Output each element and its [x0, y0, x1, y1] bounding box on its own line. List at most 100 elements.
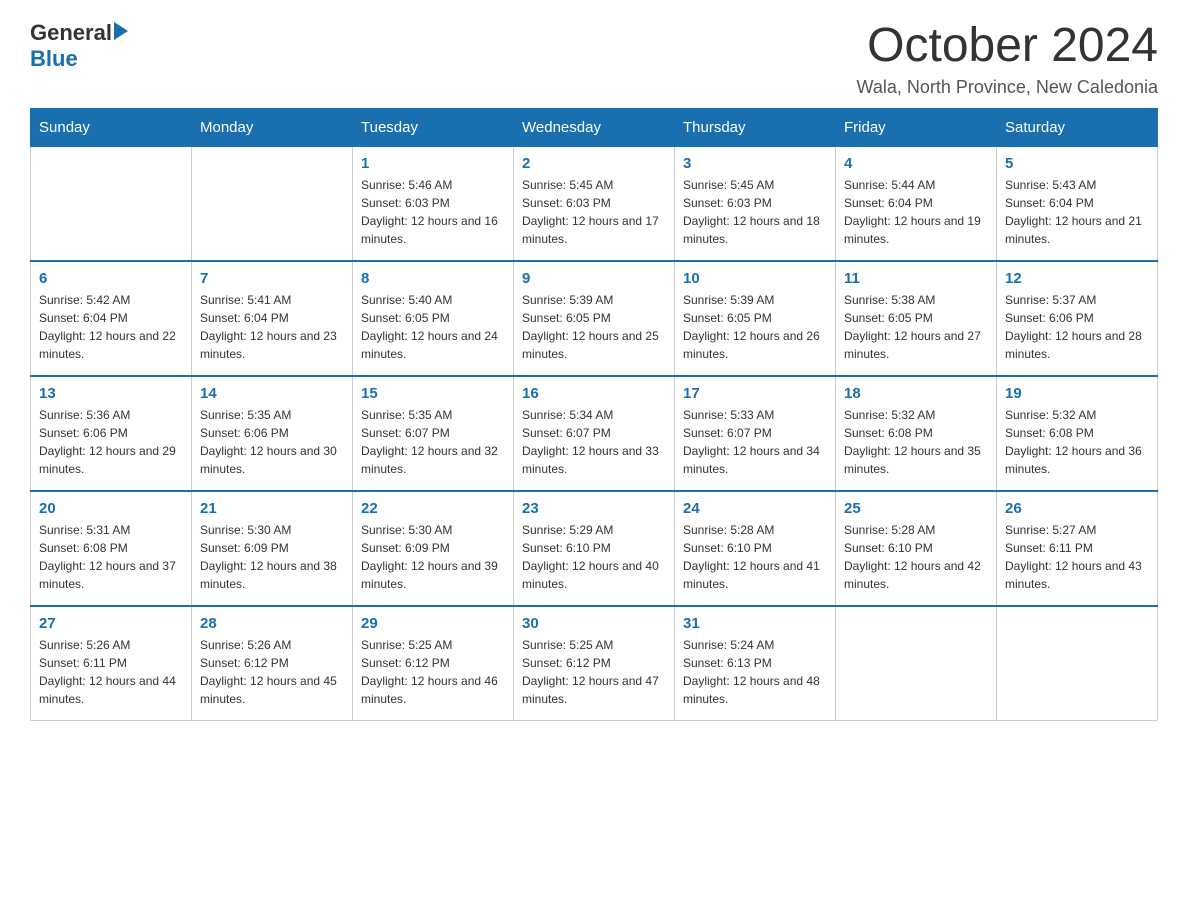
col-sunday: Sunday [31, 108, 192, 146]
day-info: Sunrise: 5:33 AMSunset: 6:07 PMDaylight:… [683, 406, 827, 478]
calendar-table: Sunday Monday Tuesday Wednesday Thursday… [30, 108, 1158, 721]
day-number: 16 [522, 385, 666, 402]
day-info: Sunrise: 5:26 AMSunset: 6:12 PMDaylight:… [200, 636, 344, 708]
day-number: 8 [361, 270, 505, 287]
col-saturday: Saturday [997, 108, 1158, 146]
day-number: 23 [522, 500, 666, 517]
day-cell-0-6: 5Sunrise: 5:43 AMSunset: 6:04 PMDaylight… [997, 146, 1158, 261]
day-info: Sunrise: 5:45 AMSunset: 6:03 PMDaylight:… [522, 176, 666, 248]
title-area: October 2024 Wala, North Province, New C… [857, 20, 1158, 98]
day-number: 26 [1005, 500, 1149, 517]
day-number: 21 [200, 500, 344, 517]
col-monday: Monday [192, 108, 353, 146]
day-cell-0-2: 1Sunrise: 5:46 AMSunset: 6:03 PMDaylight… [353, 146, 514, 261]
day-cell-4-5 [836, 606, 997, 721]
day-number: 15 [361, 385, 505, 402]
logo-blue: Blue [30, 46, 128, 72]
week-row-4: 27 Sunrise: 5:26 AMSunset: 6:11 PMDayligh… [31, 606, 1158, 721]
day-number: 9 [522, 270, 666, 287]
day-cell-1-1: 7 Sunrise: 5:41 AMSunset: 6:04 PMDaylight… [192, 261, 353, 376]
day-info: Sunrise: 5:27 AMSunset: 6:11 PMDaylight:… [1005, 521, 1149, 593]
day-info: Sunrise: 5:24 AMSunset: 6:13 PMDaylight:… [683, 636, 827, 708]
day-number: 3 [683, 155, 827, 172]
day-cell-3-1: 21Sunrise: 5:30 AMSunset: 6:09 PMDayligh… [192, 491, 353, 606]
day-cell-1-5: 11 Sunrise: 5:38 AMSunset: 6:05 PMDayligh… [836, 261, 997, 376]
day-number: 11 [844, 270, 988, 287]
day-cell-1-2: 8 Sunrise: 5:40 AMSunset: 6:05 PMDaylight… [353, 261, 514, 376]
day-cell-3-2: 22Sunrise: 5:30 AMSunset: 6:09 PMDayligh… [353, 491, 514, 606]
day-number: 27 [39, 615, 183, 632]
day-cell-3-4: 24 Sunrise: 5:28 AMSunset: 6:10 PMDayligh… [675, 491, 836, 606]
month-title: October 2024 [857, 20, 1158, 73]
day-cell-2-5: 18 Sunrise: 5:32 AMSunset: 6:08 PMDayligh… [836, 376, 997, 491]
day-cell-2-1: 14Sunrise: 5:35 AMSunset: 6:06 PMDayligh… [192, 376, 353, 491]
day-number: 30 [522, 615, 666, 632]
day-info: Sunrise: 5:37 AMSunset: 6:06 PMDaylight:… [1005, 291, 1149, 363]
day-info: Sunrise: 5:25 AMSunset: 6:12 PMDaylight:… [522, 636, 666, 708]
day-cell-2-6: 19 Sunrise: 5:32 AMSunset: 6:08 PMDayligh… [997, 376, 1158, 491]
day-number: 22 [361, 500, 505, 517]
day-info: Sunrise: 5:36 AMSunset: 6:06 PMDaylight:… [39, 406, 183, 478]
day-cell-1-6: 12 Sunrise: 5:37 AMSunset: 6:06 PMDayligh… [997, 261, 1158, 376]
day-info: Sunrise: 5:46 AMSunset: 6:03 PMDaylight:… [361, 176, 505, 248]
day-number: 19 [1005, 385, 1149, 402]
day-info: Sunrise: 5:28 AMSunset: 6:10 PMDaylight:… [683, 521, 827, 593]
day-info: Sunrise: 5:25 AMSunset: 6:12 PMDaylight:… [361, 636, 505, 708]
day-cell-0-0 [31, 146, 192, 261]
day-number: 13 [39, 385, 183, 402]
day-info: Sunrise: 5:43 AMSunset: 6:04 PMDaylight:… [1005, 176, 1149, 248]
day-info: Sunrise: 5:32 AMSunset: 6:08 PMDaylight:… [1005, 406, 1149, 478]
day-info: Sunrise: 5:26 AMSunset: 6:11 PMDaylight:… [39, 636, 183, 708]
day-cell-3-0: 20 Sunrise: 5:31 AMSunset: 6:08 PMDayligh… [31, 491, 192, 606]
day-cell-2-3: 16 Sunrise: 5:34 AMSunset: 6:07 PMDayligh… [514, 376, 675, 491]
day-number: 28 [200, 615, 344, 632]
day-cell-3-6: 26 Sunrise: 5:27 AMSunset: 6:11 PMDayligh… [997, 491, 1158, 606]
location: Wala, North Province, New Caledonia [857, 77, 1158, 98]
day-info: Sunrise: 5:31 AMSunset: 6:08 PMDaylight:… [39, 521, 183, 593]
day-cell-2-4: 17 Sunrise: 5:33 AMSunset: 6:07 PMDayligh… [675, 376, 836, 491]
day-info: Sunrise: 5:39 AMSunset: 6:05 PMDaylight:… [522, 291, 666, 363]
day-cell-4-4: 31 Sunrise: 5:24 AMSunset: 6:13 PMDayligh… [675, 606, 836, 721]
day-cell-0-3: 2 Sunrise: 5:45 AMSunset: 6:03 PMDaylight… [514, 146, 675, 261]
day-info: Sunrise: 5:39 AMSunset: 6:05 PMDaylight:… [683, 291, 827, 363]
day-cell-4-1: 28 Sunrise: 5:26 AMSunset: 6:12 PMDayligh… [192, 606, 353, 721]
day-number: 7 [200, 270, 344, 287]
day-number: 14 [200, 385, 344, 402]
day-cell-4-2: 29 Sunrise: 5:25 AMSunset: 6:12 PMDayligh… [353, 606, 514, 721]
day-cell-1-4: 10 Sunrise: 5:39 AMSunset: 6:05 PMDayligh… [675, 261, 836, 376]
day-cell-3-3: 23Sunrise: 5:29 AMSunset: 6:10 PMDayligh… [514, 491, 675, 606]
col-thursday: Thursday [675, 108, 836, 146]
day-info: Sunrise: 5:34 AMSunset: 6:07 PMDaylight:… [522, 406, 666, 478]
col-wednesday: Wednesday [514, 108, 675, 146]
day-cell-3-5: 25 Sunrise: 5:28 AMSunset: 6:10 PMDayligh… [836, 491, 997, 606]
week-row-1: 6Sunrise: 5:42 AMSunset: 6:04 PMDaylight… [31, 261, 1158, 376]
day-number: 29 [361, 615, 505, 632]
day-number: 18 [844, 385, 988, 402]
day-number: 24 [683, 500, 827, 517]
day-cell-4-6 [997, 606, 1158, 721]
day-info: Sunrise: 5:45 AMSunset: 6:03 PMDaylight:… [683, 176, 827, 248]
day-info: Sunrise: 5:32 AMSunset: 6:08 PMDaylight:… [844, 406, 988, 478]
day-info: Sunrise: 5:44 AMSunset: 6:04 PMDaylight:… [844, 176, 988, 248]
day-number: 20 [39, 500, 183, 517]
day-info: Sunrise: 5:40 AMSunset: 6:05 PMDaylight:… [361, 291, 505, 363]
day-info: Sunrise: 5:28 AMSunset: 6:10 PMDaylight:… [844, 521, 988, 593]
day-number: 25 [844, 500, 988, 517]
day-cell-2-2: 15 Sunrise: 5:35 AMSunset: 6:07 PMDayligh… [353, 376, 514, 491]
day-number: 17 [683, 385, 827, 402]
page-header: General Blue October 2024 Wala, North Pr… [30, 20, 1158, 98]
day-info: Sunrise: 5:41 AMSunset: 6:04 PMDaylight:… [200, 291, 344, 363]
day-info: Sunrise: 5:35 AMSunset: 6:07 PMDaylight:… [361, 406, 505, 478]
day-number: 4 [844, 155, 988, 172]
week-row-0: 1Sunrise: 5:46 AMSunset: 6:03 PMDaylight… [31, 146, 1158, 261]
logo-general: General [30, 20, 112, 46]
day-number: 31 [683, 615, 827, 632]
day-info: Sunrise: 5:38 AMSunset: 6:05 PMDaylight:… [844, 291, 988, 363]
day-number: 6 [39, 270, 183, 287]
day-number: 12 [1005, 270, 1149, 287]
day-cell-2-0: 13 Sunrise: 5:36 AMSunset: 6:06 PMDayligh… [31, 376, 192, 491]
day-cell-1-3: 9 Sunrise: 5:39 AMSunset: 6:05 PMDaylight… [514, 261, 675, 376]
col-tuesday: Tuesday [353, 108, 514, 146]
day-number: 10 [683, 270, 827, 287]
day-number: 2 [522, 155, 666, 172]
